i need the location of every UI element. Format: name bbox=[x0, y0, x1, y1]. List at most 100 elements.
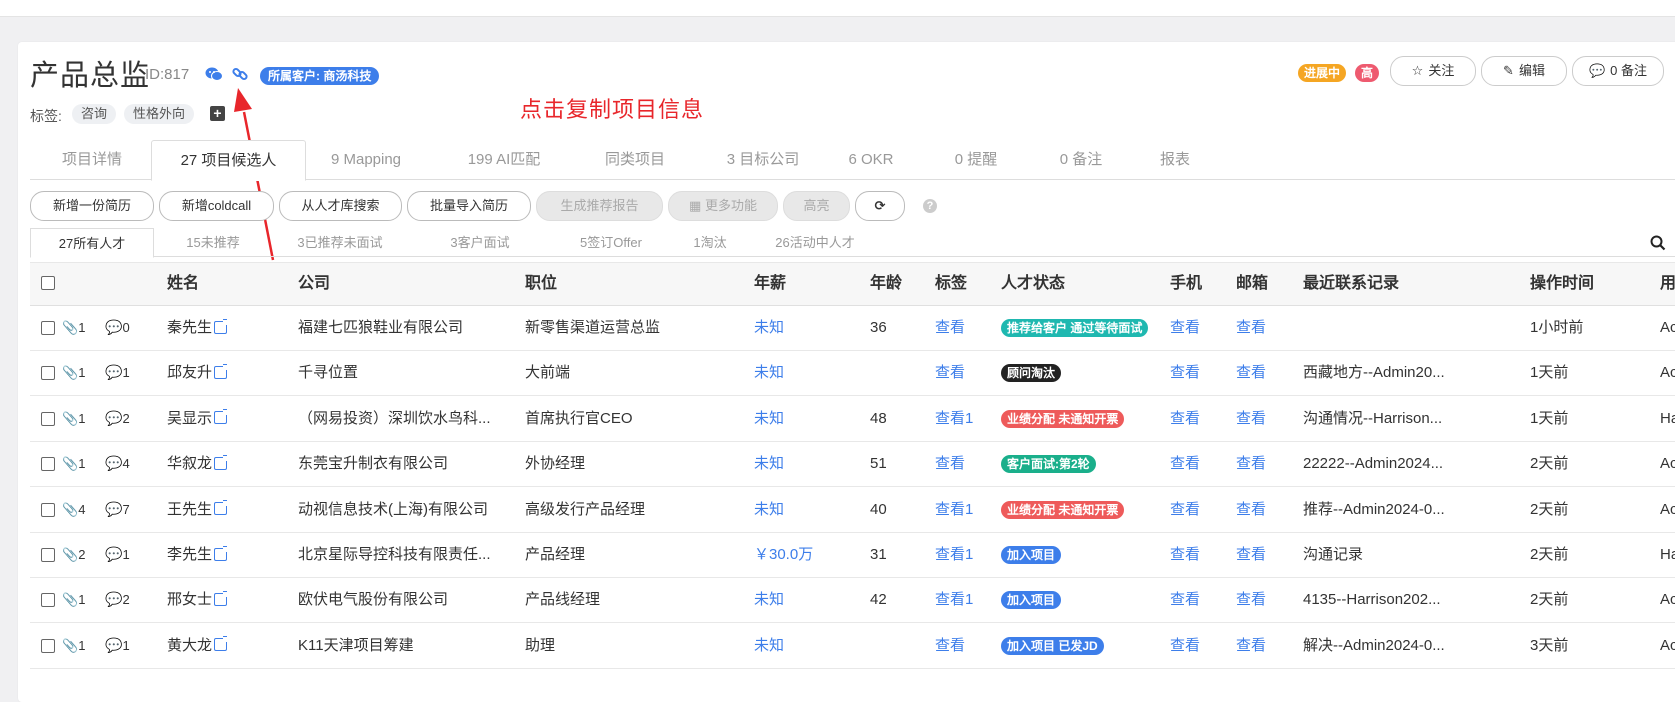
attachment-count[interactable]: 📎1 bbox=[62, 305, 85, 350]
row-checkbox[interactable] bbox=[41, 502, 55, 517]
tab-similar[interactable]: 同类项目 bbox=[573, 140, 697, 178]
add-tag-button[interactable]: + bbox=[210, 106, 225, 121]
refresh-button[interactable]: ⟳ bbox=[855, 191, 905, 221]
phone-view-link[interactable]: 查看 bbox=[1170, 623, 1200, 668]
tags-view-link[interactable]: 查看 bbox=[935, 441, 965, 486]
candidate-name[interactable]: 华叙龙 bbox=[167, 441, 228, 486]
tags-view-link[interactable]: 查看1 bbox=[935, 577, 973, 622]
subtab-offer[interactable]: 5签订Offer bbox=[550, 228, 672, 255]
table-row[interactable]: 📎4 💬7 王先生 动视信息技术(上海)有限公司 高级发行产品经理 未知 40 查看1 业绩分配… bbox=[30, 487, 1675, 533]
talent-status-badge[interactable]: 推荐给客户 通过等待面试 bbox=[1001, 319, 1149, 338]
row-checkbox[interactable] bbox=[41, 321, 55, 335]
last-contact-cell[interactable]: 推荐--Admin2024-0... bbox=[1303, 487, 1468, 532]
col-email[interactable]: 邮箱 bbox=[1236, 263, 1268, 305]
wechat-icon[interactable] bbox=[205, 66, 223, 87]
table-row[interactable]: 📎1 💬2 邢女士 欧伏电气股份有限公司 产品线经理 未知 42 查看1 加入项目 查看 查看 413… bbox=[30, 577, 1675, 624]
subtab-not-recommended[interactable]: 15未推荐 bbox=[152, 228, 274, 255]
tab-reminders[interactable]: 0 提醒 bbox=[926, 140, 1026, 178]
tab-report[interactable]: 报表 bbox=[1135, 140, 1215, 178]
tags-view-link[interactable]: 查看1 bbox=[935, 396, 973, 441]
col-operation-time[interactable]: 操作时间 bbox=[1530, 263, 1594, 305]
salary-cell[interactable]: 未知 bbox=[754, 305, 784, 350]
external-link-icon[interactable] bbox=[214, 409, 228, 425]
comment-count[interactable]: 💬2 bbox=[105, 577, 130, 622]
attachment-count[interactable]: 📎4 bbox=[62, 487, 85, 532]
email-view-link[interactable]: 查看 bbox=[1236, 577, 1266, 622]
salary-cell[interactable]: 未知 bbox=[754, 577, 784, 622]
comment-count[interactable]: 💬4 bbox=[105, 441, 130, 486]
candidate-name[interactable]: 李先生 bbox=[167, 532, 228, 577]
email-view-link[interactable]: 查看 bbox=[1236, 487, 1266, 532]
table-row[interactable]: 📎1 💬0 秦先生 福建七匹狼鞋业有限公司 新零售渠道运营总监 未知 36 查看 推荐给客户 通… bbox=[30, 305, 1675, 351]
candidate-name[interactable]: 黄大龙 bbox=[167, 623, 228, 668]
talent-status-badge[interactable]: 加入项目 bbox=[1001, 591, 1062, 610]
attachment-count[interactable]: 📎1 bbox=[62, 577, 85, 622]
attachment-count[interactable]: 📎1 bbox=[62, 396, 85, 441]
phone-view-link[interactable]: 查看 bbox=[1170, 350, 1200, 395]
more-functions-button[interactable]: ▦ 更多功能 bbox=[668, 191, 778, 221]
salary-cell[interactable]: ￥30.0万 bbox=[754, 532, 813, 577]
external-link-icon[interactable] bbox=[214, 363, 228, 379]
row-checkbox[interactable] bbox=[41, 411, 55, 426]
last-contact-cell[interactable]: 西藏地方--Admin20... bbox=[1303, 350, 1468, 395]
external-link-icon[interactable] bbox=[214, 318, 228, 334]
talent-status-badge[interactable]: 加入项目 已发JD bbox=[1001, 636, 1104, 655]
email-view-link[interactable]: 查看 bbox=[1236, 350, 1266, 395]
attachment-count[interactable]: 📎1 bbox=[62, 441, 85, 486]
talent-status-badge[interactable]: 业绩分配 未通知开票 bbox=[1001, 409, 1125, 428]
col-status[interactable]: 人才状态 bbox=[1001, 263, 1065, 305]
comment-count[interactable]: 💬0 bbox=[105, 305, 130, 350]
candidate-name[interactable]: 王先生 bbox=[167, 487, 228, 532]
comment-count[interactable]: 💬2 bbox=[105, 396, 130, 441]
row-checkbox[interactable] bbox=[41, 548, 55, 562]
generate-report-button[interactable]: 生成推荐报告 bbox=[536, 191, 663, 221]
tab-notes[interactable]: 0 备注 bbox=[1031, 140, 1131, 178]
col-phone[interactable]: 手机 bbox=[1170, 263, 1202, 305]
col-age[interactable]: 年龄 bbox=[870, 263, 902, 305]
tab-ai-match[interactable]: 199 AI匹配 bbox=[442, 140, 566, 178]
table-row[interactable]: 📎1 💬1 邱友升 千寻位置 大前端 未知 查看 顾问淘汰 查看 查看 西藏地方--Admin20.… bbox=[30, 350, 1675, 397]
row-checkbox[interactable] bbox=[41, 457, 55, 472]
col-user[interactable]: 用 bbox=[1660, 263, 1675, 305]
search-icon[interactable] bbox=[1650, 235, 1666, 256]
phone-view-link[interactable]: 查看 bbox=[1170, 532, 1200, 577]
col-tags[interactable]: 标签 bbox=[935, 263, 967, 305]
tab-details[interactable]: 项目详情 bbox=[30, 140, 154, 178]
notes-button[interactable]: 💬 0 备注 bbox=[1572, 56, 1664, 86]
tag-chip[interactable]: 咨询 bbox=[72, 104, 117, 124]
last-contact-cell[interactable]: 4135--Harrison202... bbox=[1303, 577, 1468, 622]
select-all-checkbox[interactable] bbox=[41, 276, 55, 290]
comment-count[interactable]: 💬1 bbox=[105, 532, 130, 577]
external-link-icon[interactable] bbox=[214, 636, 228, 652]
phone-view-link[interactable]: 查看 bbox=[1170, 577, 1200, 622]
email-view-link[interactable]: 查看 bbox=[1236, 305, 1266, 350]
talent-status-badge[interactable]: 顾问淘汰 bbox=[1001, 364, 1062, 383]
phone-view-link[interactable]: 查看 bbox=[1170, 396, 1200, 441]
talent-status-badge[interactable]: 加入项目 bbox=[1001, 546, 1062, 565]
attachment-count[interactable]: 📎1 bbox=[62, 623, 85, 668]
edit-button[interactable]: ✎ 编辑 bbox=[1481, 56, 1567, 86]
row-checkbox[interactable] bbox=[41, 366, 55, 381]
tags-view-link[interactable]: 查看1 bbox=[935, 487, 973, 532]
subtab-eliminated[interactable]: 1淘汰 bbox=[670, 228, 750, 255]
salary-cell[interactable]: 未知 bbox=[754, 396, 784, 441]
batch-import-button[interactable]: 批量导入简历 bbox=[407, 191, 531, 221]
col-position[interactable]: 职位 bbox=[525, 263, 557, 305]
last-contact-cell[interactable]: 22222--Admin2024... bbox=[1303, 441, 1468, 486]
tags-view-link[interactable]: 查看 bbox=[935, 623, 965, 668]
comment-count[interactable]: 💬1 bbox=[105, 350, 130, 395]
tab-candidates[interactable]: 27 项目候选人 bbox=[151, 140, 306, 181]
external-link-icon[interactable] bbox=[214, 590, 228, 606]
tab-mapping[interactable]: 9 Mapping bbox=[304, 140, 428, 178]
table-row[interactable]: 📎1 💬2 吴显示 （网易投资）深圳饮水鸟科... 首席执行官CEO 未知 48 查看1 业绩分… bbox=[30, 396, 1675, 442]
table-row[interactable]: 📎1 💬4 华叙龙 东莞宝升制衣有限公司 外协经理 未知 51 查看 客户面试:第2轮 查看 查看 2… bbox=[30, 441, 1675, 488]
add-resume-button[interactable]: 新增一份简历 bbox=[30, 191, 154, 221]
email-view-link[interactable]: 查看 bbox=[1236, 396, 1266, 441]
tag-chip[interactable]: 性格外向 bbox=[124, 104, 195, 124]
attachment-count[interactable]: 📎1 bbox=[62, 350, 85, 395]
candidate-name[interactable]: 秦先生 bbox=[167, 305, 228, 350]
talent-status-badge[interactable]: 客户面试:第2轮 bbox=[1001, 455, 1096, 474]
row-checkbox[interactable] bbox=[41, 638, 55, 653]
external-link-icon[interactable] bbox=[214, 454, 228, 470]
search-talent-pool-button[interactable]: 从人才库搜索 bbox=[279, 191, 402, 221]
